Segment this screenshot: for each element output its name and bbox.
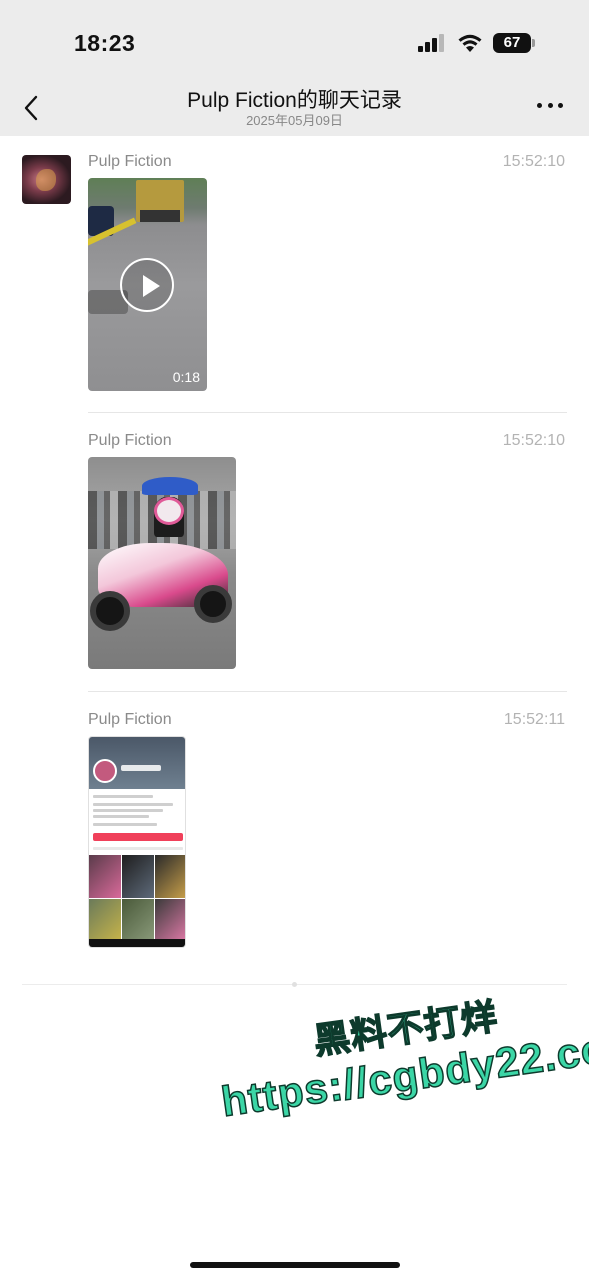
message-divider bbox=[88, 691, 567, 692]
nav-bar: Pulp Fiction的聊天记录 2025年05月09日 bbox=[0, 84, 589, 136]
status-bar: 18:23 67 bbox=[0, 0, 589, 84]
page-subtitle: 2025年05月09日 bbox=[246, 113, 343, 128]
video-duration: 0:18 bbox=[172, 369, 200, 385]
status-time: 18:23 bbox=[74, 30, 136, 56]
battery-icon: 67 bbox=[493, 33, 535, 53]
sender-name: Pulp Fiction bbox=[88, 432, 172, 449]
screenshot-thumbnail[interactable] bbox=[88, 736, 186, 948]
battery-level: 67 bbox=[493, 33, 531, 53]
end-dot bbox=[292, 982, 297, 987]
video-thumbnail[interactable]: 0:18 bbox=[88, 178, 207, 391]
chat-message-image: Pulp Fiction 15:52:10 bbox=[88, 432, 567, 677]
avatar[interactable] bbox=[22, 155, 71, 204]
message-time: 15:52:10 bbox=[502, 432, 565, 449]
home-indicator[interactable] bbox=[190, 1262, 400, 1268]
more-button[interactable] bbox=[537, 98, 563, 112]
chat-message-video: Pulp Fiction 15:52:10 0:18 bbox=[88, 153, 567, 398]
sender-name: Pulp Fiction bbox=[88, 711, 172, 728]
play-icon[interactable] bbox=[120, 258, 174, 312]
cellular-signal-icon bbox=[418, 34, 446, 52]
sender-name: Pulp Fiction bbox=[88, 153, 172, 170]
message-divider bbox=[88, 412, 567, 413]
image-thumbnail[interactable] bbox=[88, 457, 236, 669]
chat-message-image: Pulp Fiction 15:52:11 bbox=[88, 711, 567, 956]
wifi-icon bbox=[456, 32, 484, 54]
message-time: 15:52:11 bbox=[503, 711, 565, 728]
message-time: 15:52:10 bbox=[502, 153, 565, 170]
more-dots-icon bbox=[537, 102, 542, 108]
watermark: 黑料不打烊 https://cgbdy22.com bbox=[190, 966, 589, 1159]
